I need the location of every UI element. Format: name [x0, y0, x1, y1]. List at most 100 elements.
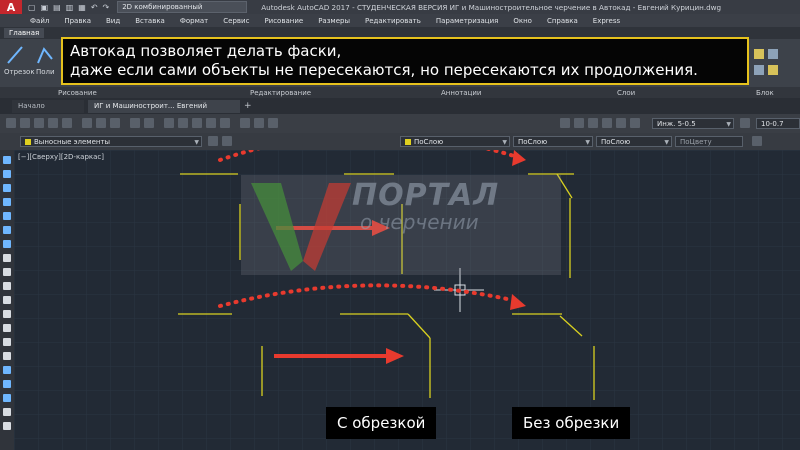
tab-home[interactable]: Главная [4, 28, 45, 38]
ellipse-icon[interactable] [3, 282, 11, 290]
saveas-icon[interactable]: ▥ [66, 3, 74, 12]
tool-button-25[interactable] [740, 118, 750, 128]
menu-view[interactable]: Вид [106, 17, 120, 25]
gradient-icon[interactable] [3, 366, 11, 374]
tool-button-13[interactable] [192, 118, 202, 128]
menu-format[interactable]: Формат [180, 17, 208, 25]
layer-select[interactable]: Выносные элементы ▼ [20, 136, 202, 147]
make-block-icon[interactable] [3, 324, 11, 332]
mtext-icon[interactable] [3, 408, 11, 416]
new-icon[interactable]: ▢ [28, 3, 36, 12]
polyline-tool-label[interactable]: Поли [36, 68, 55, 76]
block-icons[interactable] [752, 45, 792, 81]
rectangle-icon[interactable] [3, 212, 11, 220]
tool-button-7[interactable] [96, 118, 106, 128]
tool-button-6[interactable] [82, 118, 92, 128]
tool-button-5[interactable] [62, 118, 72, 128]
color-select[interactable]: ПоСлою ▼ [400, 136, 510, 147]
tab-drawing[interactable]: ИГ и Машиностроит... Евгений Курицин*× [88, 100, 240, 123]
tool-button-12[interactable] [178, 118, 188, 128]
linetype-select[interactable]: ПоСлою ▼ [513, 136, 593, 147]
menu-file[interactable]: Файл [30, 17, 49, 25]
point-icon[interactable] [3, 338, 11, 346]
tool-button-8[interactable] [110, 118, 120, 128]
table-icon[interactable] [3, 394, 11, 402]
tool-button-3[interactable] [34, 118, 44, 128]
menu-draw[interactable]: Рисование [264, 17, 303, 25]
panel-annotation-title[interactable]: Аннотации [441, 89, 481, 97]
tool-button-10[interactable] [144, 118, 154, 128]
tab-start[interactable]: Начало [12, 100, 84, 113]
linetype-value: ПоСлою [518, 138, 548, 146]
circle-icon[interactable] [3, 240, 11, 248]
tool-button-2[interactable] [20, 118, 30, 128]
tool-button-19[interactable] [560, 118, 570, 128]
menu-help[interactable]: Справка [547, 17, 578, 25]
menu-parametric[interactable]: Параметризация [436, 17, 498, 25]
panel-block-title[interactable]: Блок [756, 89, 774, 97]
tool-button-9[interactable] [130, 118, 140, 128]
layer-value: Выносные элементы [34, 138, 111, 146]
print-icon[interactable]: ▦ [78, 3, 86, 12]
menu-dimension[interactable]: Размеры [318, 17, 350, 25]
watermark-subtitle: о черчении [360, 210, 479, 234]
panel-layers-title[interactable]: Слои [617, 89, 635, 97]
tool-button-23[interactable] [616, 118, 626, 128]
panel-modify-title[interactable]: Редактирование [250, 89, 311, 97]
menu-insert[interactable]: Вставка [135, 17, 165, 25]
layer-tool-2[interactable] [222, 136, 232, 146]
menu-edit[interactable]: Правка [64, 17, 91, 25]
label-without-trim: Без обрезки [512, 407, 631, 439]
tool-button-14[interactable] [206, 118, 216, 128]
new-tab-icon[interactable]: + [244, 101, 252, 111]
tool-button-11[interactable] [164, 118, 174, 128]
tool-button-21[interactable] [588, 118, 598, 128]
workspace-select[interactable]: 2D комбинированный [117, 1, 248, 13]
line-tool-label[interactable]: Отрезок [4, 68, 35, 76]
menu-bar: Файл Правка Вид Вставка Формат Сервис Ри… [0, 14, 800, 27]
document-tabs: Начало ИГ и Машиностроит... Евгений Кури… [0, 98, 800, 123]
panel-draw-title[interactable]: Рисование [58, 89, 97, 97]
layer-tool-1[interactable] [208, 136, 218, 146]
draw-palette [0, 150, 14, 450]
tool-button-1[interactable] [6, 118, 16, 128]
region-icon[interactable] [3, 380, 11, 388]
spline-icon[interactable] [3, 268, 11, 276]
tool-button-22[interactable] [602, 118, 612, 128]
menu-tools[interactable]: Сервис [223, 17, 249, 25]
add-selected-icon[interactable] [3, 422, 11, 430]
viewport-controls[interactable]: [−][Сверху][2D-каркас] [18, 153, 104, 161]
app-menu-button[interactable]: A [0, 0, 22, 14]
save-icon[interactable]: ▤ [53, 3, 61, 12]
tool-button-16[interactable] [240, 118, 250, 128]
redo-icon[interactable]: ↷ [103, 3, 110, 12]
properties-tool[interactable] [752, 136, 762, 146]
menu-window[interactable]: Окно [513, 17, 532, 25]
tool-button-24[interactable] [630, 118, 640, 128]
tool-button-4[interactable] [48, 118, 58, 128]
plotstyle-select[interactable]: ПоЦвету [675, 136, 743, 147]
lineweight-select[interactable]: ПоСлою ▼ [596, 136, 672, 147]
dim-style-select[interactable]: Инж. 5-0.5 ▼ [652, 118, 734, 129]
revcloud-icon[interactable] [3, 254, 11, 262]
menu-express[interactable]: Express [593, 17, 620, 25]
tool-button-18[interactable] [268, 118, 278, 128]
tool-button-20[interactable] [574, 118, 584, 128]
arc-icon[interactable] [3, 226, 11, 234]
ellipse-arc-icon[interactable] [3, 296, 11, 304]
insert-block-icon[interactable] [3, 310, 11, 318]
label-with-trim: С обрезкой [326, 407, 437, 439]
menu-modify[interactable]: Редактировать [365, 17, 421, 25]
line-tool-icon[interactable] [6, 45, 24, 65]
tool-button-15[interactable] [220, 118, 230, 128]
dim-scale-select[interactable]: 10-0.7 [756, 118, 800, 129]
open-icon[interactable]: ▣ [41, 3, 49, 12]
polyline-icon[interactable] [3, 184, 11, 192]
construction-line-icon[interactable] [3, 170, 11, 178]
hatch-icon[interactable] [3, 352, 11, 360]
polyline-tool-icon[interactable] [36, 45, 54, 65]
tool-button-17[interactable] [254, 118, 264, 128]
line-icon[interactable] [3, 156, 11, 164]
undo-icon[interactable]: ↶ [91, 3, 98, 12]
polygon-icon[interactable] [3, 198, 11, 206]
